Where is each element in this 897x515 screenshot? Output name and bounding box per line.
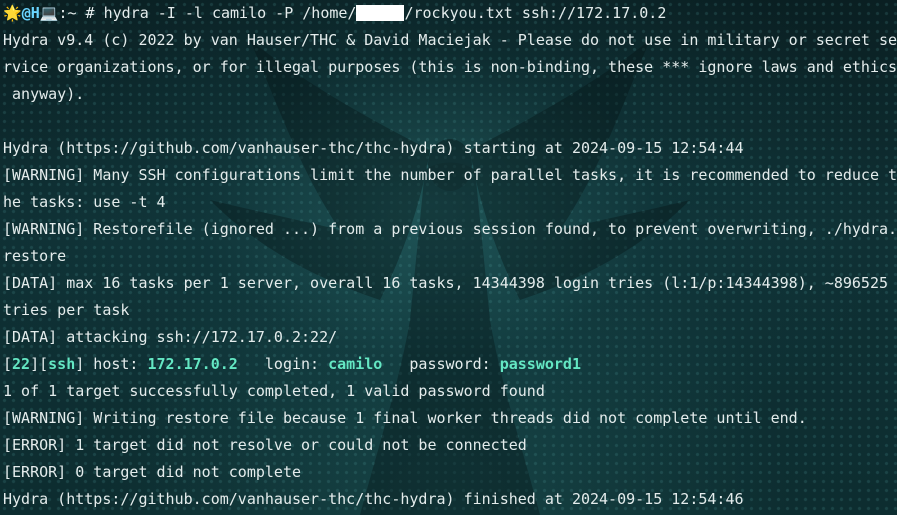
warning-writing-line: [WARNING] Writing restore file because 1…: [3, 409, 807, 427]
starting-line: Hydra (https://github.com/vanhauser-thc/…: [3, 139, 744, 157]
banner-line-1: Hydra v9.4 (c) 2022 by van Hauser/THC & …: [3, 31, 897, 49]
prompt-path: :~ #: [58, 4, 104, 22]
bracket-mid: ][: [30, 355, 49, 373]
star-icon: 🌟: [3, 4, 22, 22]
terminal-window[interactable]: 🌟@H💻:~ # hydra -I -l camilo -P /home/ /ro…: [0, 0, 897, 515]
warning-restore-line-1: [WARNING] Restorefile (ignored ...) from…: [3, 220, 897, 238]
error-complete-line: [ERROR] 0 target did not complete: [3, 463, 302, 481]
warning-ssh-line-2: he tasks: use -t 4: [3, 193, 166, 211]
found-service: ssh: [48, 355, 76, 373]
banner-line-2: rvice organizations, or for illegal purp…: [3, 58, 897, 76]
laptop-icon: 💻: [39, 4, 59, 22]
command-text-2: /rockyou.txt ssh://172.17.0.2: [404, 4, 667, 22]
found-port: 22: [12, 355, 31, 373]
data-max-line-2: tries per task: [3, 301, 130, 319]
warning-restore-line-2: restore: [3, 247, 67, 265]
error-resolve-line: [ERROR] 1 target did not resolve or coul…: [3, 436, 527, 454]
banner-line-3: anyway).: [3, 85, 85, 103]
password-label: password:: [382, 355, 500, 373]
bracket-open: [: [3, 355, 13, 373]
found-password: password1: [499, 355, 581, 373]
host-label: ] host:: [75, 355, 148, 373]
login-label: login:: [237, 355, 329, 373]
prompt-line: 🌟@H💻:~ # hydra -I -l camilo -P /home/ /ro…: [3, 0, 897, 27]
finished-line: Hydra (https://github.com/vanhauser-thc/…: [3, 490, 744, 508]
warning-ssh-line-1: [WARNING] Many SSH configurations limit …: [3, 166, 897, 184]
redacted-username: [356, 5, 405, 21]
data-attacking-line: [DATA] attacking ssh://172.17.0.2:22/: [3, 328, 338, 346]
summary-line: 1 of 1 target successfully completed, 1 …: [3, 382, 545, 400]
credential-found-line: [22][ssh] host: 172.17.0.2 login: camilo…: [3, 351, 897, 378]
terminal-output: 🌟@H💻:~ # hydra -I -l camilo -P /home/ /ro…: [3, 0, 897, 513]
command-text-1: hydra -I -l camilo -P /home/: [103, 4, 357, 22]
found-login: camilo: [328, 355, 383, 373]
data-max-line-1: [DATA] max 16 tasks per 1 server, overal…: [3, 274, 889, 292]
found-host: 172.17.0.2: [147, 355, 238, 373]
prompt-host: @H: [21, 4, 40, 22]
